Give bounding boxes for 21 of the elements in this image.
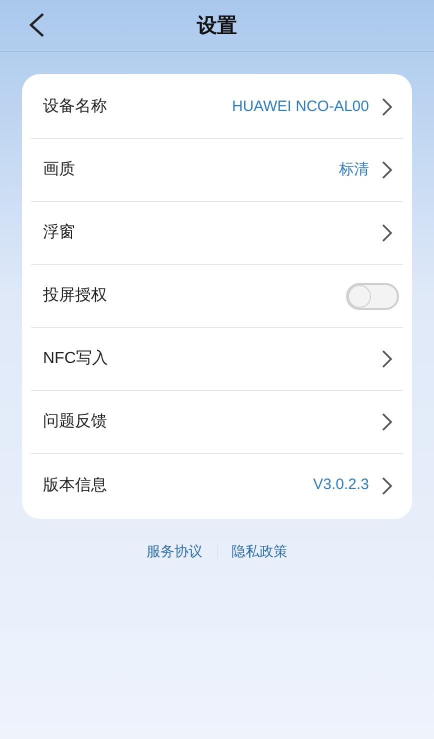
chevron-icon[interactable] xyxy=(381,412,393,432)
setting-label: NFC写入 xyxy=(43,348,109,369)
setting-value: V3.0.2.3 xyxy=(313,475,369,496)
chevron-icon[interactable] xyxy=(381,97,393,117)
setting-label: 浮窗 xyxy=(43,222,76,243)
setting-label: 投屏授权 xyxy=(43,286,108,306)
setting-label: 画质 xyxy=(43,160,76,180)
chevron-icon[interactable] xyxy=(381,476,393,496)
toggle-switch[interactable] xyxy=(346,282,399,310)
back-icon[interactable] xyxy=(28,12,46,38)
setting-label: 设备名称 xyxy=(43,97,108,117)
page-title: 设置 xyxy=(197,14,237,38)
footer-link[interactable]: 服务协议 xyxy=(146,541,202,562)
setting-value: 标清 xyxy=(339,160,369,180)
chevron-icon[interactable] xyxy=(381,349,393,369)
setting-label: 版本信息 xyxy=(43,476,108,496)
footer-link[interactable]: 隐私政策 xyxy=(232,541,288,562)
chevron-icon[interactable] xyxy=(381,223,393,243)
setting-label: 问题反馈 xyxy=(43,412,108,432)
chevron-icon[interactable] xyxy=(381,160,393,180)
setting-value: HUAWEI NCO-AL00 xyxy=(232,96,369,117)
